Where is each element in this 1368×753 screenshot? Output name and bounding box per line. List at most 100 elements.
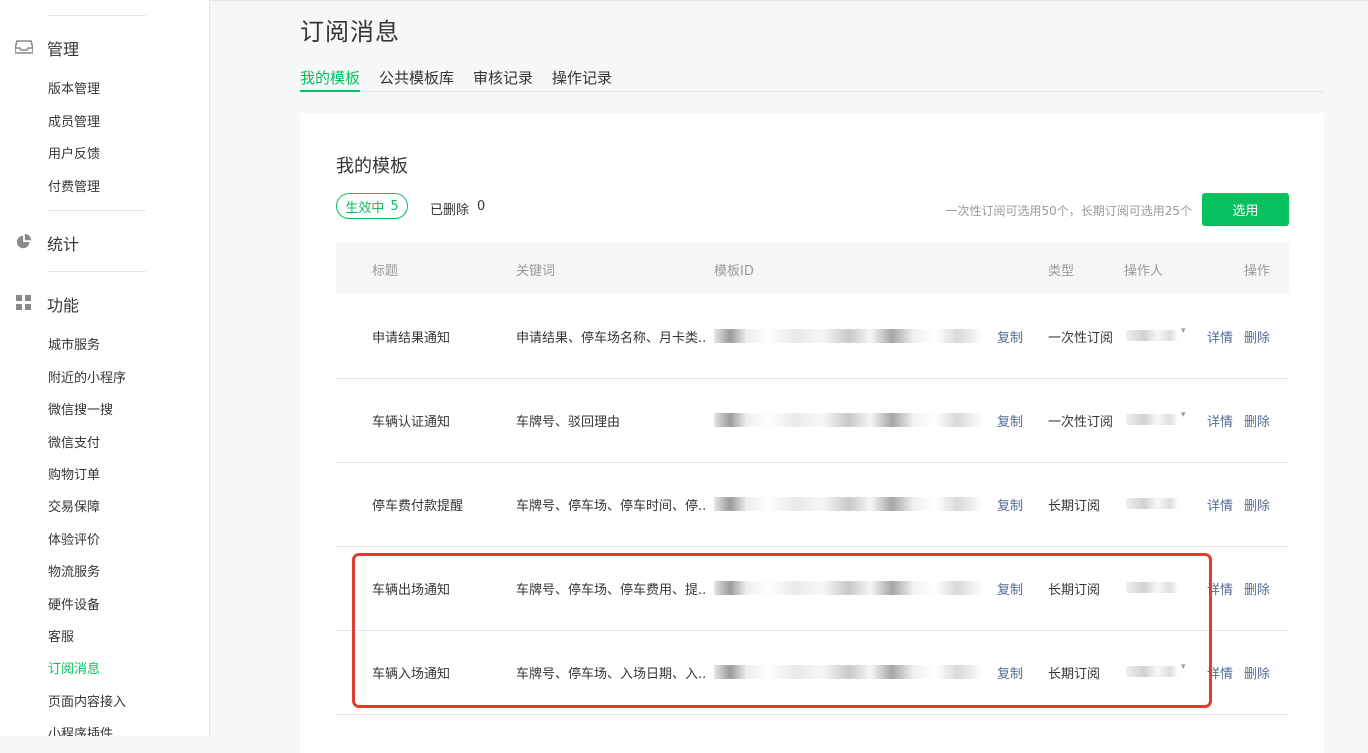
detail-link[interactable]: 详情 — [1207, 495, 1233, 514]
sidebar-section-title: 管理 — [47, 40, 80, 59]
row-title: 申请结果通知 — [372, 331, 451, 346]
tab-operation-records[interactable]: 操作记录 — [552, 67, 612, 90]
sidebar-item-content-access[interactable]: 页面内容接入 — [48, 694, 126, 712]
row-type: 一次性订阅 — [1048, 331, 1114, 346]
table-header: 标题 关键词 模板ID 类型 操作人 操作 — [336, 242, 1289, 294]
sidebar-item-trade-guarantee[interactable]: 交易保障 — [48, 499, 100, 517]
sidebar-item-orders[interactable]: 购物订单 — [48, 467, 100, 485]
sidebar-divider — [47, 271, 146, 272]
page-title: 订阅消息 — [300, 18, 400, 46]
row-title: 车辆认证通知 — [372, 415, 451, 430]
sidebar-item-subscribe-messages[interactable]: 订阅消息 — [48, 661, 100, 679]
template-id-redacted — [714, 497, 984, 511]
detail-link[interactable]: 详情 — [1207, 663, 1233, 682]
sidebar-item-logistics[interactable]: 物流服务 — [48, 564, 100, 582]
sidebar-item-wechat-search[interactable]: 微信搜一搜 — [48, 402, 113, 420]
column-header-title: 标题 — [372, 264, 399, 279]
column-header-operator: 操作人 — [1124, 264, 1164, 279]
copy-link[interactable]: 复制 — [997, 411, 1023, 430]
sidebar-item-plugins[interactable]: 小程序插件 — [48, 726, 113, 736]
sidebar-section-features[interactable]: 功能 — [0, 283, 209, 323]
tab-review-records[interactable]: 审核记录 — [473, 67, 533, 90]
sidebar-item-wechat-pay[interactable]: 微信支付 — [48, 435, 100, 453]
sidebar-section-title: 统计 — [47, 235, 80, 254]
tab-public-templates[interactable]: 公共模板库 — [379, 67, 454, 90]
inbox-icon — [15, 40, 33, 54]
row-keywords: 车牌号、停车场、入场日期、入... — [516, 667, 706, 682]
top-divider — [209, 0, 1368, 1]
caret-down-icon: ▾ — [1181, 662, 1186, 672]
operator-redacted — [1126, 414, 1178, 425]
column-header-keywords: 关键词 — [516, 264, 556, 279]
row-keywords: 车牌号、停车场、停车费用、提... — [516, 583, 706, 598]
copy-link[interactable]: 复制 — [997, 663, 1023, 682]
template-id-redacted — [714, 665, 984, 679]
row-keywords: 车牌号、驳回理由 — [516, 415, 621, 430]
row-title: 车辆入场通知 — [372, 667, 451, 682]
card-title: 我的模板 — [336, 156, 408, 177]
template-id-redacted — [714, 329, 984, 343]
filter-deleted[interactable]: 已删除 0 — [430, 199, 485, 218]
quota-note: 一次性订阅可选用50个，长期订阅可选用25个 — [945, 204, 1192, 218]
sidebar-divider — [47, 15, 146, 16]
sidebar: 管理 版本管理 成员管理 用户反馈 付费管理 统计 功能 城市服务 附近的小程序… — [0, 0, 210, 736]
sidebar-item-hardware[interactable]: 硬件设备 — [48, 597, 100, 615]
template-id-redacted — [714, 413, 984, 427]
copy-link[interactable]: 复制 — [997, 327, 1023, 346]
sidebar-item-version[interactable]: 版本管理 — [48, 81, 100, 99]
table-row: 车辆入场通知 车牌号、停车场、入场日期、入... 复制 长期订阅 ▾ 详情 删除 — [336, 630, 1289, 715]
operator-redacted — [1126, 330, 1178, 341]
row-keywords: 车牌号、停车场、停车时间、停... — [516, 499, 706, 514]
templates-card: 我的模板 生效中 5 已删除 0 一次性订阅可选用50个，长期订阅可选用25个 … — [300, 113, 1324, 753]
delete-link[interactable]: 删除 — [1244, 327, 1270, 346]
row-title: 车辆出场通知 — [372, 583, 451, 598]
row-type: 一次性订阅 — [1048, 415, 1114, 430]
tab-bar: 我的模板 公共模板库 审核记录 操作记录 — [300, 63, 1324, 92]
row-type: 长期订阅 — [1048, 583, 1101, 598]
operator-redacted — [1126, 498, 1178, 509]
column-header-type: 类型 — [1048, 264, 1075, 279]
table-row: 车辆出场通知 车牌号、停车场、停车费用、提... 复制 长期订阅 详情 删除 — [336, 546, 1289, 631]
sidebar-divider — [47, 210, 146, 211]
column-header-template-id: 模板ID — [714, 264, 754, 279]
sidebar-section-stats[interactable]: 统计 — [0, 222, 209, 262]
row-title: 停车费付款提醒 — [372, 499, 464, 514]
sidebar-item-experience-review[interactable]: 体验评价 — [48, 532, 100, 550]
detail-link[interactable]: 详情 — [1207, 411, 1233, 430]
sidebar-item-members[interactable]: 成员管理 — [48, 114, 100, 132]
row-type: 长期订阅 — [1048, 667, 1101, 682]
operator-redacted — [1126, 582, 1178, 593]
tab-my-templates[interactable]: 我的模板 — [300, 67, 361, 92]
copy-link[interactable]: 复制 — [997, 495, 1023, 514]
detail-link[interactable]: 详情 — [1207, 327, 1233, 346]
template-id-redacted — [714, 581, 984, 595]
deleted-label: 已删除 — [430, 203, 470, 218]
operator-redacted — [1126, 666, 1178, 677]
select-template-button[interactable]: 选用 — [1202, 193, 1289, 226]
delete-link[interactable]: 删除 — [1244, 495, 1270, 514]
delete-link[interactable]: 删除 — [1244, 579, 1270, 598]
active-count: 5 — [390, 198, 399, 214]
caret-down-icon: ▾ — [1181, 410, 1186, 420]
sidebar-item-nearby[interactable]: 附近的小程序 — [48, 370, 126, 388]
row-keywords: 申请结果、停车场名称、月卡类... — [516, 331, 706, 346]
table-row: 车辆认证通知 车牌号、驳回理由 复制 一次性订阅 ▾ 详情 删除 — [336, 378, 1289, 463]
row-type: 长期订阅 — [1048, 499, 1101, 514]
copy-link[interactable]: 复制 — [997, 579, 1023, 598]
column-header-actions: 操作 — [1244, 264, 1271, 279]
caret-down-icon: ▾ — [1181, 326, 1186, 336]
delete-link[interactable]: 删除 — [1244, 663, 1270, 682]
sidebar-item-customer-service[interactable]: 客服 — [48, 629, 74, 647]
table-row: 停车费付款提醒 车牌号、停车场、停车时间、停... 复制 长期订阅 详情 删除 — [336, 462, 1289, 547]
pie-chart-icon — [16, 234, 32, 249]
sidebar-section-manage[interactable]: 管理 — [0, 27, 209, 67]
deleted-count: 0 — [477, 199, 486, 214]
detail-link[interactable]: 详情 — [1207, 579, 1233, 598]
filter-active-badge[interactable]: 生效中 5 — [336, 193, 408, 219]
sidebar-item-feedback[interactable]: 用户反馈 — [48, 146, 100, 164]
delete-link[interactable]: 删除 — [1244, 411, 1270, 430]
sidebar-item-city-services[interactable]: 城市服务 — [48, 337, 100, 355]
sidebar-item-payment[interactable]: 付费管理 — [48, 179, 100, 197]
table-row: 申请结果通知 申请结果、停车场名称、月卡类... 复制 一次性订阅 ▾ 详情 删… — [336, 294, 1289, 379]
grid-icon — [16, 295, 31, 310]
